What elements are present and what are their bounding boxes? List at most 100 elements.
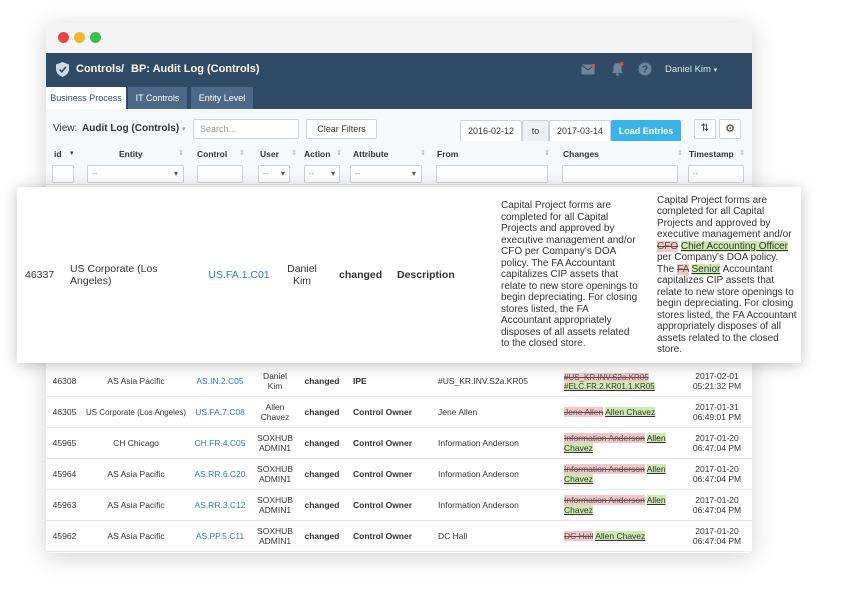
row-timestamp: 2017-01-20 06:47:04 PM bbox=[688, 490, 746, 521]
expanded-entity: US Corporate (Los Angeles) bbox=[70, 263, 158, 287]
table-row[interactable]: 45965 CH Chicago CH.FR.4.C05 SOXHUB ADMI… bbox=[46, 428, 752, 459]
table-header: id ▾ Entity ⇕ Control ⇕ User ⇕ Action ⇕ … bbox=[46, 141, 752, 185]
row-timestamp: 2017-01-20 06:47:04 PM bbox=[688, 428, 746, 459]
sort-icon[interactable]: ⇕ bbox=[178, 149, 184, 157]
search-input[interactable]: Search... bbox=[193, 119, 299, 139]
changes-filter-input[interactable] bbox=[562, 165, 678, 183]
row-time: 06:49:01 PM bbox=[692, 411, 742, 422]
from-filter-input[interactable] bbox=[436, 165, 548, 183]
view-select[interactable]: Audit Log (Controls) ▾ bbox=[82, 123, 186, 134]
expanded-control-link[interactable]: US.FA.1.C01 bbox=[205, 187, 273, 363]
timestamp-filter-input[interactable]: -- bbox=[688, 165, 744, 183]
app-header: Controls / BP: Audit Log (Controls) ? Da… bbox=[46, 53, 752, 87]
load-entries-button[interactable]: Load Entries bbox=[611, 120, 681, 142]
sort-desc-icon[interactable]: ▾ bbox=[70, 149, 74, 157]
column-header-timestamp[interactable]: Timestamp bbox=[689, 149, 734, 159]
column-header-attribute[interactable]: Attribute bbox=[353, 149, 388, 159]
row-from: Information Anderson bbox=[438, 437, 519, 448]
row-from: Information Anderson bbox=[438, 499, 519, 510]
bell-icon[interactable] bbox=[611, 62, 624, 76]
entity-filter-select[interactable]: -- ▾ bbox=[87, 165, 184, 183]
settings-button[interactable]: ⚙ bbox=[719, 119, 741, 139]
user-menu[interactable]: Daniel Kim ▾ bbox=[665, 64, 717, 75]
column-header-changes[interactable]: Changes bbox=[563, 149, 599, 159]
sort-icon[interactable]: ⇕ bbox=[239, 149, 245, 157]
column-header-user[interactable]: User bbox=[260, 149, 279, 159]
tab-it-controls[interactable]: IT Controls bbox=[128, 87, 187, 109]
change-added: Allen Chavez bbox=[605, 406, 656, 417]
table-row[interactable]: 46305 US Corporate (Los Angeles) US.FA.7… bbox=[46, 397, 752, 428]
column-header-control[interactable]: Control bbox=[197, 149, 227, 159]
row-action: changed bbox=[304, 406, 340, 417]
row-changes: DC Hall Allen Chavez bbox=[564, 521, 684, 552]
row-control-link[interactable]: AS.RR.3.C12 bbox=[192, 490, 248, 521]
row-action: changed bbox=[304, 499, 340, 510]
mail-icon[interactable] bbox=[581, 64, 595, 75]
change-removed: FA bbox=[677, 263, 689, 275]
row-attribute: Control Owner bbox=[353, 530, 413, 541]
column-header-entity[interactable]: Entity bbox=[119, 149, 143, 159]
change-added: Chief Accounting Officer bbox=[680, 240, 788, 252]
row-id: 45963 bbox=[52, 499, 77, 510]
table-row[interactable]: 45964 AS Asia Pacific AS.RR.6.C20 SOXHUB… bbox=[46, 459, 752, 490]
user-filter-select[interactable]: -- ▾ bbox=[258, 165, 290, 183]
breadcrumb-root[interactable]: Controls bbox=[76, 63, 121, 75]
row-changes: Information Anderson Allen Chavez bbox=[564, 428, 674, 459]
row-control-link[interactable]: US.FA.7.C08 bbox=[192, 397, 248, 428]
row-control-link[interactable]: CH.FR.4.C05 bbox=[192, 428, 248, 459]
row-user: Allen Chavez bbox=[260, 401, 290, 422]
help-icon[interactable]: ? bbox=[638, 62, 652, 76]
row-control-link[interactable]: AS.PP.5.C11 bbox=[192, 521, 248, 552]
table-row[interactable]: 45962 AS Asia Pacific AS.PP.5.C11 SOXHUB… bbox=[46, 521, 752, 552]
sort-icon[interactable]: ⇕ bbox=[291, 149, 297, 157]
row-id: 45964 bbox=[52, 468, 77, 479]
tab-entity-level[interactable]: Entity Level bbox=[191, 87, 253, 109]
column-header-action[interactable]: Action bbox=[304, 149, 330, 159]
maximize-window-dot[interactable] bbox=[90, 32, 101, 43]
control-filter-input[interactable] bbox=[197, 165, 243, 183]
row-id: 45962 bbox=[52, 530, 77, 541]
sort-icon[interactable]: ⇕ bbox=[739, 149, 745, 157]
attribute-filter-select[interactable]: -- ▾ bbox=[350, 165, 422, 183]
row-timestamp: 2017-01-20 06:47:04 PM bbox=[688, 459, 746, 490]
row-attribute: Control Owner bbox=[353, 406, 413, 417]
sort-icon[interactable]: ⇕ bbox=[677, 149, 683, 157]
row-action: changed bbox=[304, 468, 340, 479]
date-to-input[interactable]: 2017-03-14 bbox=[549, 120, 611, 142]
clear-filters-button[interactable]: Clear Filters bbox=[306, 119, 377, 139]
close-window-dot[interactable] bbox=[58, 32, 69, 43]
change-added: Allen Chavez bbox=[595, 530, 646, 541]
table-row[interactable]: 45963 AS Asia Pacific AS.RR.3.C12 SOXHUB… bbox=[46, 490, 752, 521]
date-from-input[interactable]: 2016-02-12 bbox=[460, 120, 522, 142]
sort-icon[interactable]: ⇕ bbox=[336, 149, 342, 157]
row-control-link[interactable]: AS.IN.2.C05 bbox=[192, 366, 248, 397]
tab-business-process[interactable]: Business Process bbox=[46, 87, 126, 109]
row-time: 05:21:32 PM bbox=[692, 380, 742, 391]
chevron-down-icon: ▾ bbox=[411, 169, 416, 178]
table-row[interactable]: 46308 AS Asia Pacific AS.IN.2.C05 Daniel… bbox=[46, 366, 752, 397]
user-filter-value: -- bbox=[263, 169, 269, 178]
sort-toggle-button[interactable]: ⇅ bbox=[694, 119, 716, 139]
change-added: #ELC.FR.2.KR01.1.KR05 bbox=[564, 382, 655, 392]
sort-icon[interactable]: ⇕ bbox=[544, 149, 550, 157]
column-header-id[interactable]: id bbox=[54, 149, 62, 159]
expanded-attribute: Description bbox=[397, 269, 455, 281]
changes-text-part1: Capital Project forms are completed for … bbox=[657, 194, 792, 241]
row-entity: CH Chicago bbox=[113, 437, 159, 448]
change-removed: #US_KR.INV.S2a.KR05 bbox=[564, 373, 649, 382]
row-action: changed bbox=[304, 437, 340, 448]
id-filter-input[interactable] bbox=[52, 165, 74, 183]
window-titlebar bbox=[46, 23, 752, 53]
row-changes: #US_KR.INV.S2a.KR05 #ELC.FR.2.KR01.1.KR05 bbox=[564, 366, 684, 397]
expanded-id: 46337 bbox=[25, 269, 55, 281]
action-filter-select[interactable]: -- ▾ bbox=[304, 165, 340, 183]
sort-icon[interactable]: ⇕ bbox=[420, 149, 426, 157]
expanded-row-card[interactable]: 46337 US Corporate (Los Angeles) US.FA.1… bbox=[17, 187, 801, 363]
user-name: Daniel Kim bbox=[665, 64, 711, 75]
column-header-from[interactable]: From bbox=[437, 149, 458, 159]
row-id: 46308 bbox=[52, 375, 77, 386]
row-control-link[interactable]: AS.RR.6.C20 bbox=[192, 459, 248, 490]
minimize-window-dot[interactable] bbox=[74, 32, 85, 43]
row-changes: Information Anderson Allen Chavez bbox=[564, 490, 674, 521]
view-select-value: Audit Log (Controls) bbox=[82, 123, 180, 134]
